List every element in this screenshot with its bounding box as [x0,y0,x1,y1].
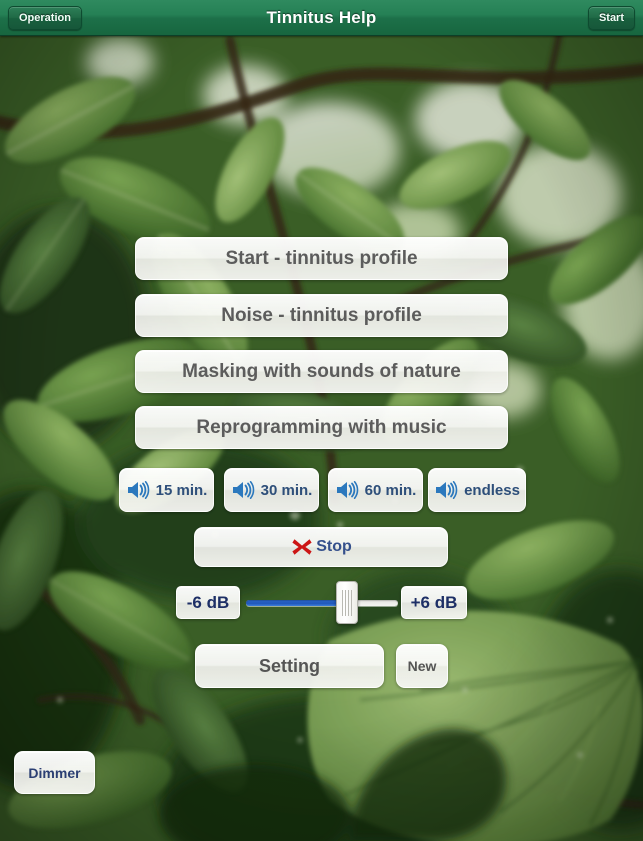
slider-thumb[interactable] [336,581,358,624]
noise-tinnitus-profile-button[interactable]: Noise - tinnitus profile [135,294,508,337]
setting-button[interactable]: Setting [195,644,384,688]
timer-15-min-button[interactable]: 15 min. [119,468,214,512]
stop-button[interactable]: Stop [194,527,448,567]
timer-30-min-label: 30 min. [260,481,313,499]
stop-label: Stop [316,538,352,555]
title-bar: Operation Tinnitus Help Start [0,0,643,36]
start-button[interactable]: Start [587,6,635,30]
speaker-icon [232,481,254,499]
timer-60-min-label: 60 min. [364,481,417,499]
thumb-grip-line [342,589,343,616]
speaker-icon [336,481,358,499]
timer-60-min-button[interactable]: 60 min. [328,468,423,512]
volume-slider[interactable] [246,581,398,624]
timer-30-min-button[interactable]: 30 min. [224,468,319,512]
start-tinnitus-profile-button[interactable]: Start - tinnitus profile [135,237,508,280]
reprogramming-with-music-button[interactable]: Reprogramming with music [135,406,508,449]
new-button[interactable]: New [396,644,448,688]
slider-fill [246,600,346,606]
volume-min-label: -6 dB [176,586,240,619]
timer-15-min-label: 15 min. [155,481,208,499]
app-root: Operation Tinnitus Help Start Start - ti… [0,0,643,841]
speaker-icon [436,481,458,499]
timer-endless-label: endless [464,481,520,499]
thumb-grip-line [345,589,346,616]
page-title: Tinnitus Help [266,8,377,27]
red-x-icon [292,539,312,555]
speaker-icon [127,481,149,499]
dimmer-button[interactable]: Dimmer [14,751,95,794]
timer-endless-button[interactable]: endless [428,468,526,512]
masking-sounds-of-nature-button[interactable]: Masking with sounds of nature [135,350,508,393]
volume-max-label: +6 dB [401,586,467,619]
thumb-grip-line [351,589,352,616]
thumb-grip-line [348,589,349,616]
